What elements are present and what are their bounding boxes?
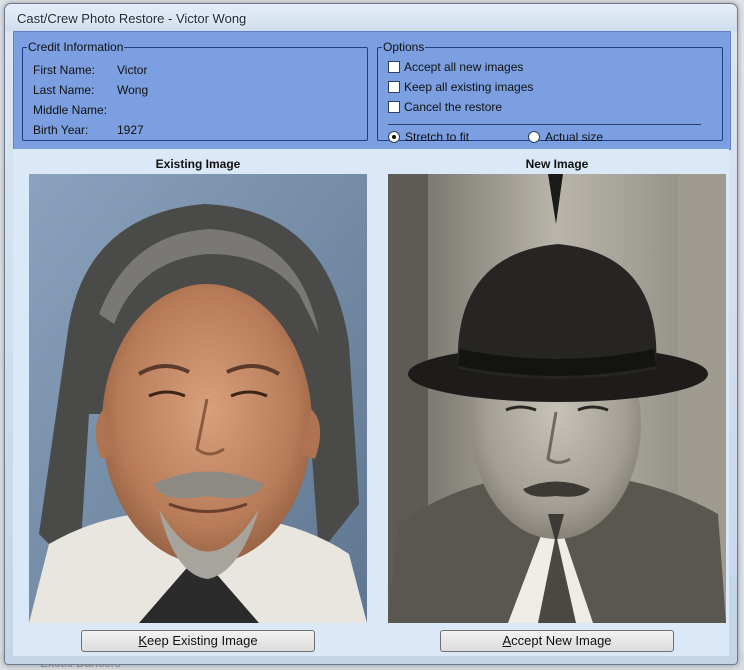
- birth-year-label: Birth Year:: [33, 123, 89, 137]
- options-divider: [388, 124, 701, 125]
- keep-all-option[interactable]: Keep all existing images: [388, 79, 533, 95]
- accept-all-option[interactable]: Accept all new images: [388, 59, 523, 75]
- cancel-restore-label[interactable]: Cancel the restore: [404, 100, 502, 114]
- info-panel: Credit Information First Name: Victor La…: [13, 31, 731, 150]
- first-name-value: Victor: [117, 63, 148, 77]
- last-name-value: Wong: [117, 83, 149, 97]
- photo-restore-dialog: Cast/Crew Photo Restore - Victor Wong Cr…: [4, 3, 738, 665]
- new-image-heading: New Image: [525, 157, 589, 171]
- first-name-label: First Name:: [33, 63, 96, 77]
- new-portrait: [388, 174, 726, 623]
- actual-size-label[interactable]: Actual size: [545, 130, 603, 144]
- middle-name-label: Middle Name:: [33, 103, 108, 117]
- cancel-restore-checkbox[interactable]: [388, 101, 400, 113]
- window-title: Cast/Crew Photo Restore - Victor Wong: [17, 11, 247, 26]
- options-group: Options Accept all new images Keep all e…: [377, 40, 723, 144]
- stretch-to-fit-label[interactable]: Stretch to fit: [405, 130, 469, 144]
- last-name-label: Last Name:: [33, 83, 95, 97]
- accept-new-label: ccept New Image: [511, 633, 612, 648]
- accept-all-label[interactable]: Accept all new images: [404, 60, 523, 74]
- keep-all-label[interactable]: Keep all existing images: [404, 80, 533, 94]
- cancel-restore-option[interactable]: Cancel the restore: [388, 99, 502, 115]
- keep-existing-label: eep Existing Image: [147, 633, 258, 648]
- stretch-to-fit-option[interactable]: Stretch to fit: [388, 129, 469, 145]
- credit-information-legend: Credit Information: [28, 40, 124, 54]
- credit-information-group: Credit Information First Name: Victor La…: [22, 40, 368, 141]
- image-comparison-area: Existing Image Keep Existing Image New I…: [13, 149, 729, 656]
- title-bar[interactable]: Cast/Crew Photo Restore - Victor Wong: [5, 4, 737, 31]
- keep-all-checkbox[interactable]: [388, 81, 400, 93]
- keep-existing-accelerator: K: [138, 633, 148, 648]
- accept-all-checkbox[interactable]: [388, 61, 400, 73]
- accept-new-image-button[interactable]: Accept New Image: [440, 630, 674, 652]
- existing-image-photo: [29, 174, 367, 623]
- stretch-to-fit-radio[interactable]: [388, 131, 400, 143]
- options-legend: Options: [383, 40, 425, 54]
- actual-size-option[interactable]: Actual size: [528, 129, 603, 145]
- birth-year-value: 1927: [117, 123, 144, 137]
- actual-size-radio[interactable]: [528, 131, 540, 143]
- new-image-photo: [388, 174, 726, 623]
- accept-new-accelerator: A: [502, 633, 512, 648]
- keep-existing-image-button[interactable]: Keep Existing Image: [81, 630, 315, 652]
- existing-portrait: [29, 174, 367, 623]
- existing-image-heading: Existing Image: [155, 157, 241, 171]
